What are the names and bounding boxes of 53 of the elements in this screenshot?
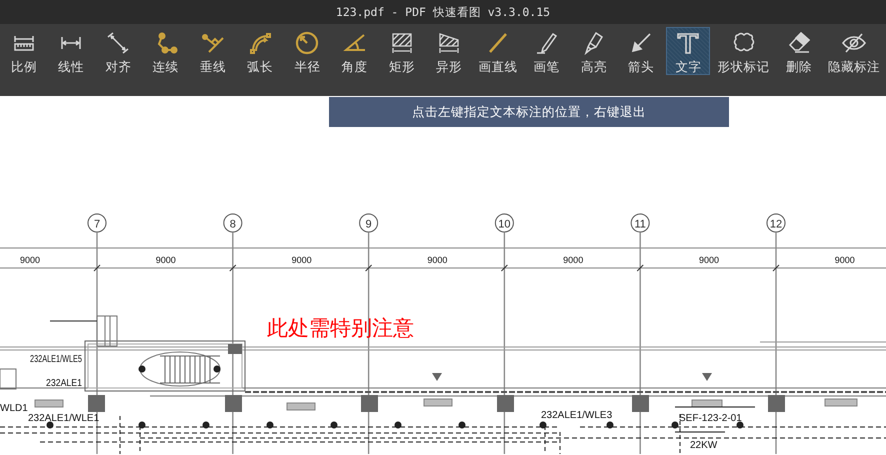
toolbar-button[interactable]: 删除 [776,27,821,75]
dimension-text: 9000 [427,255,448,265]
circle-radius-icon [295,31,320,55]
toolbar-button[interactable]: 弧长 [238,27,282,75]
toolbar-button[interactable]: 矩形 [380,27,424,75]
toolbar-button[interactable]: 隐藏标注 [824,27,884,75]
dimension-text: 9000 [292,255,312,265]
circuit-label: 232ALE1/WLE5 [30,354,102,365]
axis-number: 7 [94,218,100,230]
toolbar-button[interactable]: 异形 [427,27,472,75]
toolbar-button[interactable]: 角度 [332,27,377,75]
circuit-label: SEF-123-2-01 [679,413,742,424]
toolbar-button[interactable]: 对齐 [96,27,140,75]
toolbar-button[interactable]: 形状标记 [714,27,774,75]
pencil-icon [534,31,559,55]
text-tool-icon [676,31,700,55]
circuit-label: 22KW [690,440,718,451]
eraser-icon [786,31,811,55]
axis-number: 8 [230,218,236,230]
dimension-text: 9000 [698,255,720,265]
axis-number: 10 [498,218,511,230]
highlighter-icon [582,31,606,55]
dimension-text: 9000 [834,255,855,265]
diagonal-dimension-icon [106,31,130,55]
dimension-text: 9000 [563,255,584,265]
toolbar-button[interactable]: 半径 [285,27,330,75]
perpendicular-icon [200,31,225,55]
toolbar-button[interactable]: 画笔 [524,27,569,75]
axis-number: 12 [770,218,782,230]
circuit-label: 232ALE1/WLE1 [28,413,100,424]
circuit-label: 232ALE1 [46,378,88,389]
hatched-shape-icon [437,31,462,55]
dimension-text: 9000 [20,255,40,265]
annotation-text: 此处需特别注意 [267,316,414,340]
toolbar-button[interactable]: 线性 [49,27,94,75]
axis-number: 11 [634,218,646,230]
toolbar-button[interactable]: 箭头 [619,27,664,75]
hint-banner: 点击左键指定文本标注的位置，右键退出 [329,97,729,127]
window-title: 123.pdf - PDF 快速看图 v3.3.0.15 [336,4,550,20]
toolbar-button[interactable]: 垂线 [190,27,235,75]
axis-number: 9 [366,218,372,230]
toolbar-button[interactable]: 比例 [2,27,46,75]
circuit-label: 232ALE1/WLE3 [541,410,612,421]
toolbar-button[interactable]: 高亮 [572,27,616,75]
circuit-label: WLD1 [0,403,28,414]
arrow-icon [629,31,654,55]
hatched-rectangle-icon [390,31,414,55]
hidden-eye-icon [842,31,866,55]
toolbar-button[interactable]: 画直线 [474,27,522,75]
arc-icon [248,31,272,55]
toolbar-button[interactable]: 连续 [144,27,188,75]
toolbar-button[interactable]: 文字 [666,27,710,75]
dimension-text: 9000 [156,255,176,265]
